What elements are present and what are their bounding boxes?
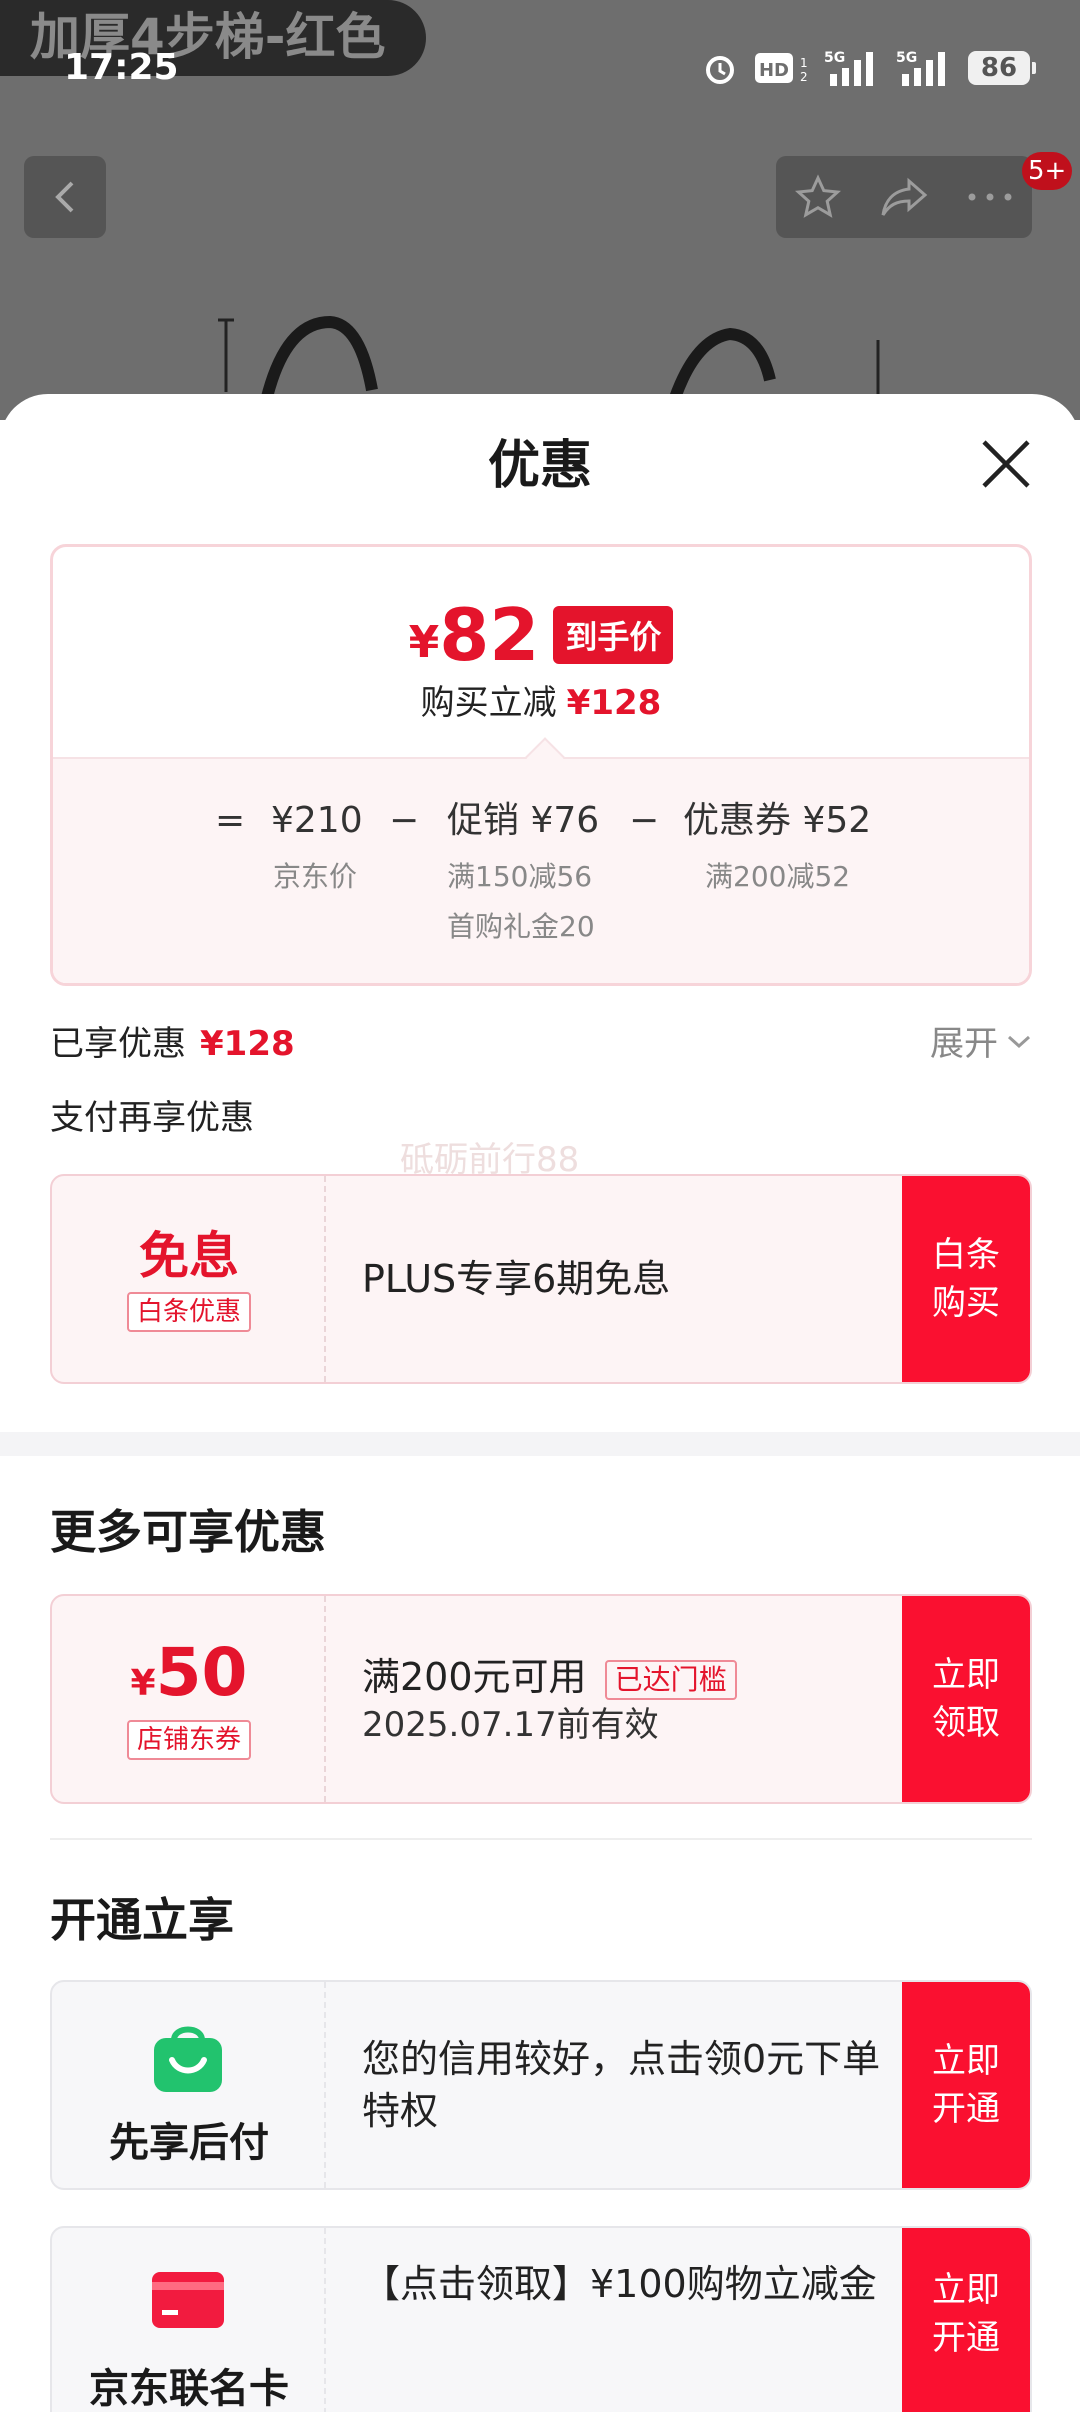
price-tag: 到手价 <box>553 606 674 664</box>
background-page: 加厚4步梯-红色 17:25 HD 1 2 5G 5G 86 5+ <box>0 0 1080 420</box>
pay-discount-label: 支付再享优惠 <box>50 1098 254 1138</box>
signal-5g-icon-2: 5G <box>896 50 945 86</box>
equals-sign: = <box>215 800 246 841</box>
svg-text:1: 1 <box>800 56 808 70</box>
sheet-title: 优惠 <box>487 436 592 496</box>
expand-label: 展开 <box>930 1024 998 1064</box>
divider-line <box>50 1838 1032 1840</box>
baitiao-cta-line1: 白条 <box>932 1235 1000 1275</box>
discount-line: 购买立减 ¥128 <box>53 675 1029 724</box>
shop-coupon-currency: ¥ <box>130 1663 156 1704</box>
promo-detail-1: 满150减56 <box>447 860 593 893</box>
baitiao-left: 免息 白条优惠 <box>52 1176 326 1382</box>
baitiao-tag-wrap: 白条优惠 <box>52 1292 326 1332</box>
status-time: 17:25 <box>64 47 179 88</box>
shopping-bag-icon <box>154 2026 222 2092</box>
svg-text:5G: 5G <box>896 50 917 66</box>
shop-coupon-card[interactable]: ¥50 店铺东券 满200元可用 已达门槛 2025.07.17前有效 立即 领… <box>50 1594 1032 1804</box>
more-icon[interactable] <box>966 191 1014 203</box>
share-icon[interactable] <box>879 175 929 219</box>
jd-card-cta-line2: 开通 <box>932 2318 1000 2358</box>
shop-coupon-condition-row: 满200元可用 已达门槛 <box>362 1651 902 1703</box>
open-benefits-title: 开通立享 <box>50 1893 234 1947</box>
baitiao-tag: 白条优惠 <box>126 1292 251 1332</box>
chevron-down-icon <box>1007 1035 1031 1048</box>
open-pay-later-button[interactable]: 立即 开通 <box>902 1982 1030 2188</box>
message-badge: 5+ <box>1022 152 1073 190</box>
claim-coupon-button[interactable]: 立即 领取 <box>902 1596 1030 1802</box>
shop-coupon-tag: 店铺东券 <box>126 1720 251 1760</box>
saved-discount-row: 已享优惠 ¥128 <box>50 1016 295 1065</box>
star-icon[interactable] <box>794 173 842 221</box>
price-value: 82 <box>439 593 540 677</box>
jd-price: ¥210 <box>271 800 363 841</box>
claim-cta-line2: 领取 <box>932 1703 1000 1743</box>
section-divider <box>0 1432 1080 1456</box>
promo-amount: 促销 ¥76 <box>447 800 600 841</box>
svg-text:5G: 5G <box>824 50 845 66</box>
promo-detail-2: 首购礼金20 <box>447 910 595 943</box>
close-icon[interactable] <box>976 434 1036 494</box>
baitiao-middle: PLUS专享6期免息 <box>362 1176 902 1382</box>
shop-coupon-left: ¥50 店铺东券 <box>52 1596 326 1802</box>
pay-later-left: 先享后付 <box>52 1982 326 2188</box>
jd-card-cta-line1: 立即 <box>932 2270 1000 2310</box>
pay-later-text: 您的信用较好，点击领0元下单特权 <box>362 2037 881 2133</box>
coupon-detail: 满200减52 <box>705 860 851 893</box>
alarm-icon <box>706 56 734 84</box>
discount-label: 购买立减 <box>420 683 557 723</box>
baitiao-title: 免息 <box>139 1227 239 1285</box>
shop-coupon-middle: 满200元可用 已达门槛 2025.07.17前有效 <box>362 1596 902 1802</box>
minus-sign-2: − <box>629 800 660 841</box>
jd-card-middle: 【点击领取】¥100购物立减金 <box>362 2228 902 2412</box>
battery-indicator: 86 <box>968 51 1036 85</box>
discount-value: ¥128 <box>566 683 662 723</box>
shop-coupon-condition: 满200元可用 <box>362 1655 587 1699</box>
more-discounts-title: 更多可享优惠 <box>50 1505 326 1559</box>
saved-value: ¥128 <box>200 1024 295 1064</box>
credit-card-icon <box>152 2272 224 2328</box>
jd-card-text: 【点击领取】¥100购物立减金 <box>362 2262 877 2306</box>
expand-toggle[interactable]: 展开 <box>930 1016 1032 1065</box>
discount-sheet: 优惠 ¥ 82 到手价 购买立减 ¥128 = ¥210 京东价 − 促销 ¥76… <box>0 394 1080 2412</box>
shop-coupon-amount: 50 <box>155 1634 248 1711</box>
pay-later-middle: 您的信用较好，点击领0元下单特权 <box>362 1982 902 2188</box>
top-actions <box>776 156 1032 238</box>
hd-icon: HD 12 <box>755 53 808 84</box>
baitiao-text: PLUS专享6期免息 <box>362 1257 671 1301</box>
back-button[interactable] <box>24 156 106 238</box>
jd-price-label: 京东价 <box>273 860 358 893</box>
jd-card-offer[interactable]: 京东联名卡 【点击领取】¥100购物立减金 立即 开通 <box>50 2226 1032 2412</box>
jd-card-name: 京东联名卡 <box>89 2366 289 2412</box>
open-jd-card-button[interactable]: 立即 开通 <box>902 2228 1030 2412</box>
signal-5g-icon-1: 5G <box>824 50 873 86</box>
shop-coupon-amount-wrap: ¥50 <box>52 1638 326 1725</box>
pay-later-cta-line2: 开通 <box>932 2089 1000 2129</box>
price-currency: ¥ <box>408 616 440 668</box>
pay-later-cta-line1: 立即 <box>932 2041 1000 2081</box>
status-icons: HD 1 2 5G 5G 86 <box>702 48 1036 88</box>
price-summary-card: ¥ 82 到手价 购买立减 ¥128 = ¥210 京东价 − 促销 ¥76 满1… <box>50 544 1032 986</box>
svg-text:2: 2 <box>800 70 808 84</box>
final-price: ¥ 82 到手价 <box>53 595 1029 675</box>
shop-coupon-tag-wrap: 店铺东券 <box>52 1720 326 1760</box>
baitiao-offer[interactable]: 免息 白条优惠 PLUS专享6期免息 白条 购买 <box>50 1174 1032 1384</box>
jd-card-left: 京东联名卡 <box>52 2228 326 2412</box>
threshold-tag: 已达门槛 <box>604 1659 737 1700</box>
coupon-amount: 优惠券 ¥52 <box>683 800 872 841</box>
claim-cta-line1: 立即 <box>932 1655 1000 1695</box>
svg-text:HD: HD <box>759 60 789 81</box>
chevron-left-icon <box>55 181 74 213</box>
saved-label: 已享优惠 <box>50 1024 186 1064</box>
baitiao-buy-button[interactable]: 白条 购买 <box>902 1176 1030 1382</box>
pay-later-card[interactable]: 先享后付 您的信用较好，点击领0元下单特权 立即 开通 <box>50 1980 1032 2190</box>
baitiao-cta-line2: 购买 <box>932 1283 1000 1323</box>
pay-later-name: 先享后付 <box>109 2120 269 2166</box>
minus-sign-1: − <box>389 800 420 841</box>
shop-coupon-validity: 2025.07.17前有效 <box>362 1705 659 1745</box>
